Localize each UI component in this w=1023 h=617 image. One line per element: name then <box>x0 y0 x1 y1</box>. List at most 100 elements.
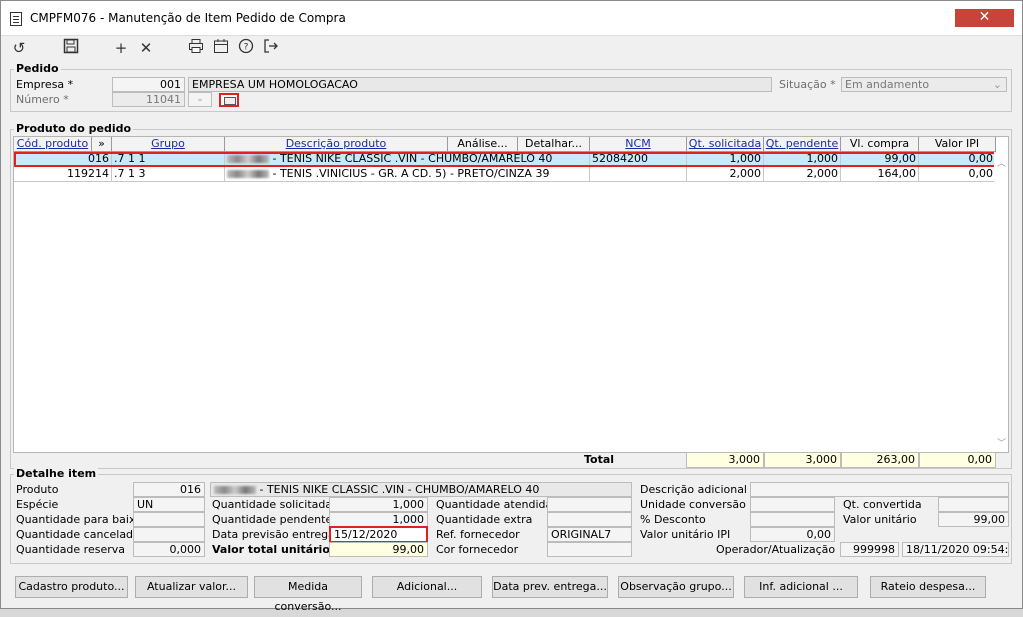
redacted-text <box>227 155 269 163</box>
valor-unit-ipi-field[interactable]: 0,00 <box>750 527 835 542</box>
cell-descricao-text: - TENIS NIKE CLASSIC .VIN - CHUMBO/AMARE… <box>269 152 553 165</box>
col-valor-ipi[interactable]: Valor IPI <box>919 137 996 152</box>
valor-unitario-label: Valor unitário <box>843 513 917 526</box>
window-title: CMPFM076 - Manutenção de Item Pedido de … <box>30 11 346 25</box>
qtd-reserva-label: Quantidade reserva <box>16 543 126 556</box>
medida-conversao-button[interactable]: Medida conversão... <box>254 576 362 613</box>
unid-conversao-field[interactable] <box>750 497 835 512</box>
cell-cod: 119214 <box>14 167 112 182</box>
cor-fornecedor-field[interactable] <box>547 542 632 557</box>
total-qt-solicitada: 3,000 <box>686 452 764 468</box>
cell-valor-ipi: 0,00 <box>919 167 996 182</box>
cell-qt-solicitada: 1,000 <box>687 152 764 167</box>
situacao-label: Situação * <box>779 78 836 91</box>
qtd-pendente-field[interactable]: 1,000 <box>329 512 428 527</box>
adicional-button[interactable]: Adicional... <box>372 576 482 598</box>
redacted-text <box>214 486 256 494</box>
atualizar-valor-button[interactable]: Atualizar valor... <box>135 576 248 598</box>
valor-unit-ipi-label: Valor unitário IPI <box>640 528 731 541</box>
qt-convertida-field[interactable] <box>938 497 1009 512</box>
print-icon[interactable] <box>186 38 206 58</box>
main-window: CMPFM076 - Manutenção de Item Pedido de … <box>0 0 1023 613</box>
cor-fornecedor-label: Cor fornecedor <box>436 543 519 556</box>
pct-desconto-field[interactable] <box>750 512 835 527</box>
undo-icon[interactable]: ↺ <box>9 38 29 58</box>
numero-field[interactable]: 11041 <box>112 92 185 107</box>
help-icon[interactable]: ? <box>236 38 256 58</box>
qtd-extra-field[interactable] <box>547 512 632 527</box>
numero-dropdown-button[interactable]: ⌄ <box>188 92 212 107</box>
col-qt-solicitada[interactable]: Qt. solicitada <box>687 137 764 152</box>
calendar-icon[interactable] <box>211 38 231 58</box>
situacao-select[interactable]: Em andamento ⌄ <box>841 77 1007 92</box>
grid-scrollbar[interactable]: ︿ ﹀ <box>994 152 1008 452</box>
cell-descricao: - TENIS NIKE CLASSIC .VIN - CHUMBO/AMARE… <box>225 152 590 167</box>
cadastro-produto-button[interactable]: Cadastro produto... <box>15 576 128 598</box>
cell-grupo: .7 1 1 <box>112 152 225 167</box>
col-analise[interactable]: Análise... <box>448 137 518 152</box>
delete-icon[interactable]: ✕ <box>136 38 156 58</box>
close-button[interactable]: ✕ <box>955 9 1014 27</box>
scroll-down-icon[interactable]: ﹀ <box>997 436 1006 449</box>
table-row[interactable]: 119214 .7 1 3 - TENIS .VINICIUS - GR. A … <box>14 167 996 182</box>
cell-vl-compra: 164,00 <box>841 167 919 182</box>
rateio-despesa-button[interactable]: Rateio despesa... <box>870 576 986 598</box>
produto-code-field[interactable]: 016 <box>133 482 205 497</box>
data-prev-label: Data previsão entrega <box>212 528 335 541</box>
table-row[interactable]: 016 .7 1 1 - TENIS NIKE CLASSIC .VIN - C… <box>14 152 996 167</box>
qtd-cancelada-field[interactable] <box>133 527 205 542</box>
ref-fornecedor-field[interactable]: ORIGINAL7 <box>547 527 632 542</box>
ref-fornecedor-label: Ref. fornecedor <box>436 528 520 541</box>
col-expand[interactable]: » <box>92 137 112 152</box>
especie-field[interactable]: UN <box>133 497 205 512</box>
qtd-pendente-label: Quantidade pendente <box>212 513 333 526</box>
col-grupo[interactable]: Grupo <box>112 137 225 152</box>
toolbar: ↺ + ✕ ? <box>1 36 1022 62</box>
especie-label: Espécie <box>16 498 59 511</box>
col-vl-compra[interactable]: Vl. compra <box>841 137 919 152</box>
observacao-grupo-button[interactable]: Observação grupo... <box>618 576 734 598</box>
valor-total-field: 99,00 <box>329 542 428 557</box>
qtd-solicitada-label: Quantidade solicitada <box>212 498 333 511</box>
exit-icon[interactable] <box>261 38 281 58</box>
empresa-name-field: EMPRESA UM HOMOLOGACAO <box>188 77 772 92</box>
empresa-code-field[interactable]: 001 <box>112 77 185 92</box>
add-icon[interactable]: + <box>111 38 131 58</box>
col-descricao[interactable]: Descrição produto <box>225 137 448 152</box>
product-grid[interactable]: Cód. produto » Grupo Descrição produto A… <box>13 136 1009 453</box>
col-qt-pendente[interactable]: Qt. pendente <box>764 137 841 152</box>
data-prev-entrega-button[interactable]: Data prev. entrega... <box>492 576 608 598</box>
operador-field: 999998 <box>840 542 899 557</box>
scroll-up-icon[interactable]: ︿ <box>997 156 1006 169</box>
qtd-atendida-field[interactable] <box>547 497 632 512</box>
situacao-value: Em andamento <box>845 78 930 91</box>
total-vl-compra: 263,00 <box>841 452 919 468</box>
col-ncm[interactable]: NCM <box>590 137 687 152</box>
cell-ncm: 52084200 <box>590 152 687 167</box>
desc-adicional-field[interactable] <box>750 482 1009 497</box>
produto-title: Produto do pedido <box>14 122 134 135</box>
qtd-baixa-field[interactable] <box>133 512 205 527</box>
atualizacao-field: 18/11/2020 09:54:49 <box>902 542 1009 557</box>
col-detalhar[interactable]: Detalhar... <box>518 137 590 152</box>
chevron-down-icon: ⌄ <box>992 78 1002 91</box>
qt-convertida-label: Qt. convertida <box>843 498 922 511</box>
detalhe-title: Detalhe item <box>14 467 99 480</box>
empresa-label: Empresa * <box>16 78 74 91</box>
produto-label: Produto <box>16 483 59 496</box>
valor-unitario-field[interactable]: 99,00 <box>938 512 1009 527</box>
qtd-baixa-label: Quantidade para baixa <box>16 513 143 526</box>
desc-adicional-label: Descrição adicional <box>640 483 747 496</box>
qtd-solicitada-field[interactable]: 1,000 <box>329 497 428 512</box>
cell-descricao-text: - TENIS .VINICIUS - GR. A CD. 5) - PRETO… <box>269 167 550 180</box>
inf-adicional-button[interactable]: Inf. adicional ... <box>744 576 858 598</box>
cell-qt-pendente: 2,000 <box>764 167 841 182</box>
qtd-reserva-field[interactable]: 0,000 <box>133 542 205 557</box>
data-prev-field[interactable]: 15/12/2020 <box>329 526 428 543</box>
calendar-lookup-button[interactable] <box>219 93 239 107</box>
save-icon[interactable] <box>61 38 81 58</box>
title-bar: CMPFM076 - Manutenção de Item Pedido de … <box>1 1 1022 36</box>
cell-cod: 016 <box>14 152 112 167</box>
col-cod-produto[interactable]: Cód. produto <box>14 137 92 152</box>
valor-total-label: Valor total unitário <box>212 543 330 556</box>
